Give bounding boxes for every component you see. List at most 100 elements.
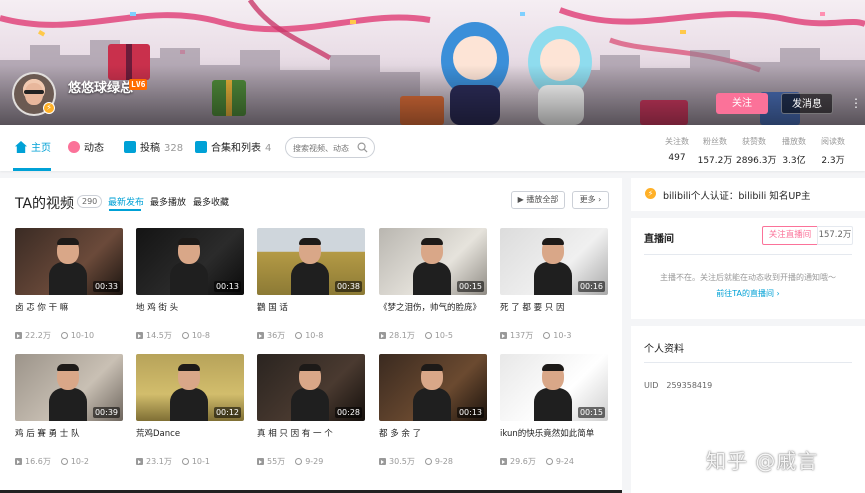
- video-views: 23.1万: [146, 457, 172, 466]
- follow-live-button[interactable]: 关注直播间: [762, 226, 818, 245]
- divider: [644, 362, 852, 363]
- video-views: 29.6万: [510, 457, 536, 466]
- play-all-button[interactable]: ▶ 播放全部: [511, 191, 565, 209]
- play-count-icon: [136, 332, 143, 339]
- video-title[interactable]: 真 相 只 因 有 一 个: [257, 427, 365, 439]
- clock-icon: [295, 458, 303, 465]
- thumbnail-person: [291, 238, 329, 295]
- videos-panel: TA的视频 290 最新发布 最多播放 最多收藏 ▶ 播放全部 更多 › 00:…: [0, 178, 622, 493]
- stat-following[interactable]: 关注数 497: [659, 136, 695, 163]
- active-tab-indicator: [13, 168, 51, 171]
- video-meta: 28.1万 10-5: [379, 330, 487, 341]
- video-meta: 137万 10-3: [500, 330, 608, 341]
- tab-posts-label: 投稿: [140, 143, 160, 154]
- video-title[interactable]: 鸡 后 賽 勇 士 队: [15, 427, 123, 439]
- video-thumbnail[interactable]: 00:15: [379, 228, 487, 295]
- thumbnail-person: [291, 364, 329, 421]
- stat-label: 阅读数: [821, 137, 845, 146]
- stat-reads: 阅读数 2.3万: [815, 136, 851, 166]
- video-date: 9-28: [434, 457, 453, 466]
- video-title[interactable]: 鸛 国 话: [257, 301, 365, 313]
- play-count-icon: [136, 458, 143, 465]
- clock-icon: [424, 458, 432, 465]
- live-title: 直播间: [644, 234, 674, 245]
- follow-button[interactable]: 关注: [716, 93, 768, 114]
- video-duration: 00:39: [92, 407, 120, 418]
- video-duration: 00:13: [456, 407, 484, 418]
- thumbnail-person: [49, 238, 87, 295]
- video-title[interactable]: 都 多 余 了: [379, 427, 487, 439]
- live-follower-count: 157.2万: [817, 226, 853, 245]
- search-input[interactable]: [293, 141, 355, 155]
- dynamic-icon: [68, 141, 80, 153]
- video-card[interactable]: 00:13 地 鸡 街 头 14.5万 10-8: [136, 228, 244, 344]
- video-thumbnail[interactable]: 00:28: [257, 354, 365, 421]
- video-thumbnail[interactable]: 00:16: [500, 228, 608, 295]
- video-title[interactable]: ikun的快乐竟然如此简单: [500, 427, 608, 439]
- section-title: TA的视频: [15, 196, 75, 212]
- video-title[interactable]: 卤 忑 你 干 嘛: [15, 301, 123, 313]
- video-duration: 00:13: [213, 281, 241, 292]
- video-card[interactable]: 00:38 鸛 国 话 36万 10-8: [257, 228, 365, 344]
- tab-dynamic-label: 动态: [84, 143, 104, 154]
- stat-label: 获赞数: [742, 137, 766, 146]
- video-thumbnail[interactable]: 00:33: [15, 228, 123, 295]
- video-thumbnail[interactable]: 00:13: [136, 228, 244, 295]
- play-count-icon: [379, 458, 386, 465]
- go-to-live-link[interactable]: 前往TA的直播间 ›: [631, 288, 865, 299]
- video-card[interactable]: 00:15 ikun的快乐竟然如此简单 29.6万 9-24: [500, 354, 608, 470]
- tab-posts[interactable]: 投稿 328: [124, 141, 183, 155]
- video-card[interactable]: 00:33 卤 忑 你 干 嘛 22.2万 10-10: [15, 228, 123, 344]
- search-icon[interactable]: [357, 142, 368, 153]
- video-title[interactable]: 《梦之泪伤，帅气的脸庞》: [379, 301, 487, 313]
- video-title[interactable]: 地 鸡 街 头: [136, 301, 244, 313]
- sort-most-fav[interactable]: 最多收藏: [193, 195, 229, 208]
- tab-home-label: 主页: [31, 143, 51, 154]
- stat-followers[interactable]: 粉丝数 157.2万: [697, 136, 733, 166]
- play-count-icon: [257, 332, 264, 339]
- clock-icon: [295, 332, 303, 339]
- video-card[interactable]: 00:13 都 多 余 了 30.5万 9-28: [379, 354, 487, 470]
- sort-latest[interactable]: 最新发布: [108, 195, 144, 208]
- video-card[interactable]: 00:16 死 了 都 要 只 因 137万 10-3: [500, 228, 608, 344]
- stat-value: 497: [668, 153, 686, 163]
- video-meta: 14.5万 10-8: [136, 330, 244, 341]
- video-meta: 55万 9-29: [257, 456, 365, 467]
- video-thumbnail[interactable]: 00:15: [500, 354, 608, 421]
- video-thumbnail[interactable]: 00:13: [379, 354, 487, 421]
- collections-count: 4: [265, 143, 272, 154]
- video-views: 16.6万: [25, 457, 51, 466]
- video-meta: 22.2万 10-10: [15, 330, 123, 341]
- video-thumbnail[interactable]: 00:12: [136, 354, 244, 421]
- video-meta: 36万 10-8: [257, 330, 365, 341]
- video-title[interactable]: 死 了 都 要 只 因: [500, 301, 608, 313]
- home-icon: [15, 141, 27, 153]
- clock-icon: [181, 458, 189, 465]
- tab-collections[interactable]: 合集和列表 4: [195, 141, 271, 155]
- tab-dynamic[interactable]: 动态: [68, 141, 104, 155]
- message-button[interactable]: 发消息: [781, 93, 833, 114]
- video-card[interactable]: 00:15 《梦之泪伤，帅气的脸庞》 28.1万 10-5: [379, 228, 487, 344]
- video-card[interactable]: 00:39 鸡 后 賽 勇 士 队 16.6万 10-2: [15, 354, 123, 470]
- video-thumbnail[interactable]: 00:38: [257, 228, 365, 295]
- chevron-right-icon: ›: [595, 195, 602, 204]
- tab-home[interactable]: 主页: [15, 141, 51, 155]
- video-thumbnail[interactable]: 00:39: [15, 354, 123, 421]
- uid-row: UID 259358419: [644, 381, 712, 390]
- video-date: 9-24: [555, 457, 574, 466]
- video-card[interactable]: 00:28 真 相 只 因 有 一 个 55万 9-29: [257, 354, 365, 470]
- level-badge: LV6: [129, 79, 148, 90]
- video-title[interactable]: 荒鸡Dance: [136, 427, 244, 439]
- stat-value: 2.3万: [821, 156, 845, 166]
- thumbnail-person: [534, 364, 572, 421]
- video-views: 14.5万: [146, 331, 172, 340]
- play-count-icon: [379, 332, 386, 339]
- video-card[interactable]: 00:12 荒鸡Dance 23.1万 10-1: [136, 354, 244, 470]
- stat-label: 粉丝数: [703, 137, 727, 146]
- more-videos-button[interactable]: 更多 ›: [572, 191, 609, 209]
- stat-value: 157.2万: [697, 156, 733, 166]
- more-options-icon[interactable]: ⋮: [850, 96, 862, 110]
- clock-icon: [181, 332, 189, 339]
- thumbnail-person: [170, 364, 208, 421]
- sort-most-played[interactable]: 最多播放: [150, 195, 186, 208]
